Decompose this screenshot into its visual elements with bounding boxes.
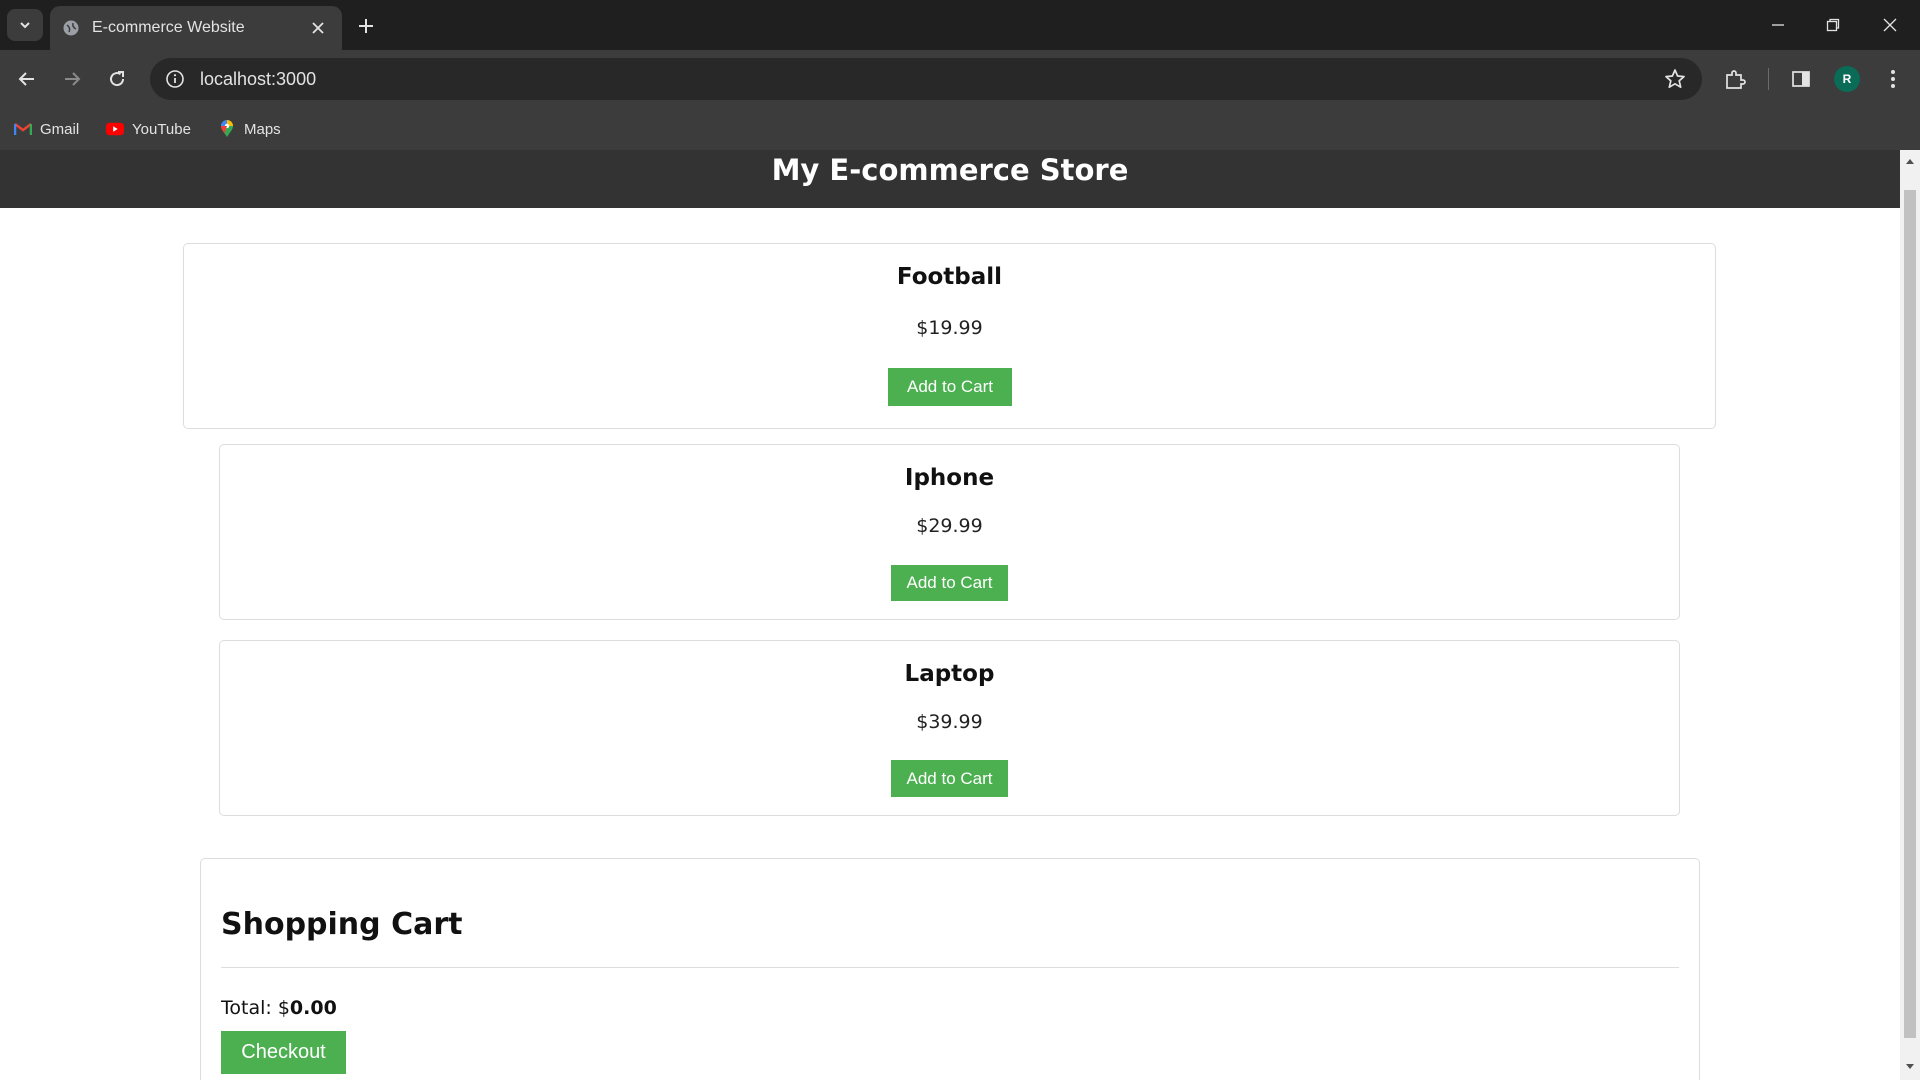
toolbar-divider	[1768, 68, 1769, 90]
globe-icon	[62, 19, 80, 37]
new-tab-button[interactable]	[352, 12, 380, 40]
profile-avatar[interactable]: R	[1834, 66, 1860, 92]
plus-icon	[359, 19, 373, 33]
cart-total: Total: $0.00	[221, 997, 337, 1019]
arrow-left-icon	[18, 72, 34, 86]
arrow-right-icon	[65, 72, 81, 86]
product-card-iphone: Iphone $29.99 Add to Cart	[219, 444, 1680, 620]
close-icon	[1883, 18, 1897, 32]
restore-icon	[1826, 18, 1840, 32]
tab-title: E-commerce Website	[92, 19, 245, 36]
product-price: $39.99	[916, 711, 983, 733]
shopping-cart: Shopping Cart Total: $0.00 Checkout	[200, 858, 1700, 1080]
chevron-down-icon	[20, 22, 30, 29]
bookmark-star-icon[interactable]	[1662, 66, 1688, 92]
scroll-down-icon[interactable]	[1905, 1062, 1915, 1072]
cart-total-label: Total: $	[221, 997, 290, 1019]
maps-icon	[218, 120, 236, 138]
scrollbar-thumb[interactable]	[1904, 190, 1916, 1038]
product-price: $29.99	[916, 515, 983, 537]
bookmark-gmail[interactable]: Gmail	[14, 116, 79, 142]
back-button[interactable]	[10, 62, 44, 96]
side-panel-icon	[1792, 71, 1810, 87]
minimize-icon	[1772, 24, 1784, 26]
youtube-icon	[106, 120, 124, 138]
add-to-cart-button[interactable]: Add to Cart	[891, 565, 1008, 601]
url-text[interactable]: localhost:3000	[200, 69, 1662, 90]
bookmark-label: Maps	[244, 120, 281, 138]
product-card-football: Football $19.99 Add to Cart	[183, 243, 1716, 429]
scroll-up-icon[interactable]	[1905, 156, 1915, 166]
site-title: My E-commerce Store	[771, 153, 1129, 187]
checkout-button[interactable]: Checkout	[221, 1031, 346, 1074]
product-card-laptop: Laptop $39.99 Add to Cart	[219, 640, 1680, 816]
minimize-button[interactable]	[1758, 8, 1798, 42]
gmail-icon	[14, 120, 32, 138]
side-panel-button[interactable]	[1784, 62, 1818, 96]
site-info-icon[interactable]	[164, 68, 186, 90]
bookmarks-bar: Gmail YouTube Maps	[0, 108, 1920, 150]
bookmark-maps[interactable]: Maps	[218, 116, 281, 142]
restore-button[interactable]	[1813, 8, 1853, 42]
cart-title: Shopping Cart	[221, 907, 463, 942]
browser-tab-strip: E-commerce Website	[0, 0, 1920, 50]
forward-button[interactable]	[55, 62, 89, 96]
tab-search-button[interactable]	[7, 9, 43, 41]
product-price: $19.99	[916, 317, 983, 339]
add-to-cart-button[interactable]: Add to Cart	[888, 368, 1012, 406]
close-window-button[interactable]	[1870, 8, 1910, 42]
address-bar[interactable]: localhost:3000	[150, 58, 1702, 100]
puzzle-icon	[1726, 70, 1746, 89]
page-scrollbar[interactable]	[1900, 150, 1920, 1080]
browser-tab[interactable]: E-commerce Website	[50, 6, 342, 50]
product-name: Laptop	[904, 661, 995, 687]
tab-close-icon[interactable]	[306, 16, 330, 40]
site-header: My E-commerce Store	[0, 150, 1900, 208]
reload-button[interactable]	[100, 62, 134, 96]
cart-total-value: 0.00	[289, 997, 337, 1019]
add-to-cart-button[interactable]: Add to Cart	[891, 760, 1008, 797]
cart-divider	[221, 967, 1679, 968]
bookmark-label: Gmail	[40, 120, 80, 138]
bookmark-youtube[interactable]: YouTube	[106, 116, 191, 142]
extensions-button[interactable]	[1718, 62, 1752, 96]
product-name: Football	[896, 264, 1003, 290]
browser-toolbar: localhost:3000	[0, 50, 1920, 108]
bookmark-label: YouTube	[132, 120, 191, 138]
reload-icon	[110, 71, 125, 87]
more-vert-icon	[1891, 70, 1895, 88]
product-name: Iphone	[904, 465, 995, 491]
page-viewport: My E-commerce Store Football $19.99 Add …	[0, 150, 1900, 1080]
menu-button[interactable]	[1876, 62, 1910, 96]
